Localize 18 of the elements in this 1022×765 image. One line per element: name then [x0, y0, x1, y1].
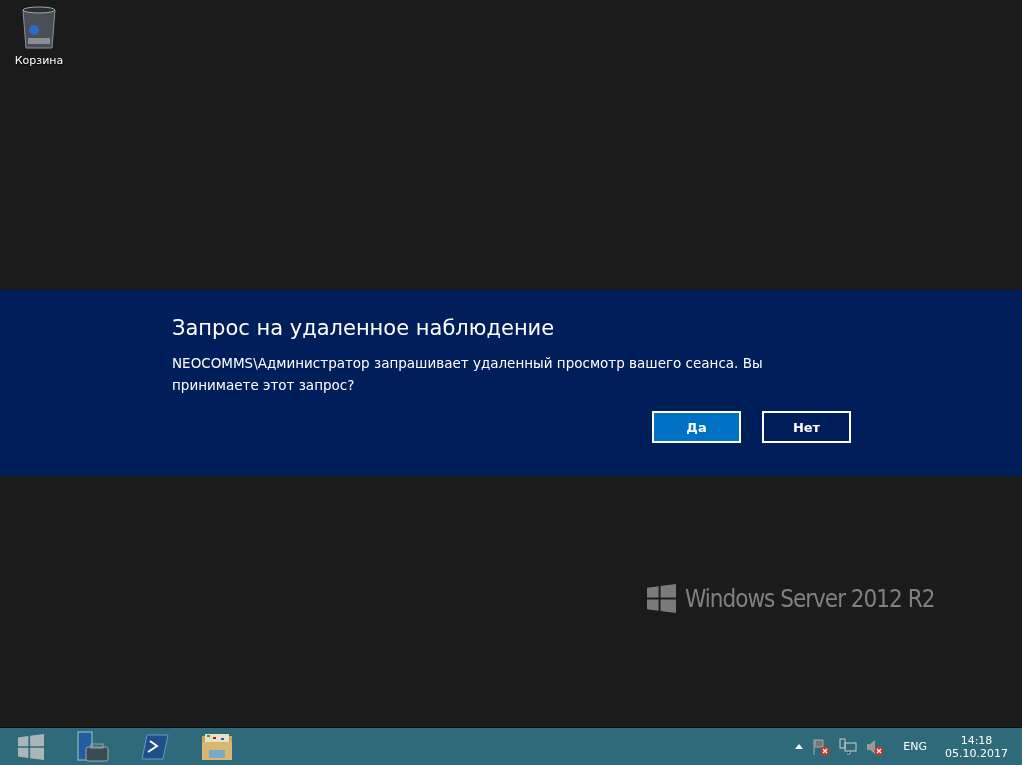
language-indicator[interactable]: ENG: [903, 740, 927, 753]
powershell-icon[interactable]: [141, 733, 169, 760]
network-icon[interactable]: [839, 737, 858, 756]
default-button[interactable]: Да: [652, 411, 741, 443]
windows-logo-icon[interactable]: [647, 584, 676, 613]
folder-icon[interactable]: [201, 732, 233, 761]
flag-error-icon[interactable]: [811, 737, 832, 756]
up-arrow-icon[interactable]: [795, 744, 804, 749]
branding-text: Windows Server 2012 R2: [685, 584, 935, 613]
dialog-button[interactable]: Нет: [762, 411, 851, 443]
dialog-message: NEOCOMMS\Администратор запрашивает удаленный просмотр вашего сеанса. Вы принимаете этот запрос?: [172, 354, 764, 395]
clock[interactable]: 14:18 05.10.2017: [945, 733, 1008, 760]
desktop-icon-label[interactable]: Корзина: [14, 54, 64, 67]
dialog-title: Запрос на удаленное наблюдение: [172, 316, 556, 340]
server-manager-icon[interactable]: [76, 730, 110, 763]
speaker-muted-icon[interactable]: [865, 737, 886, 756]
recycle-bin-icon[interactable]: [20, 6, 58, 50]
start-button[interactable]: [18, 733, 44, 760]
